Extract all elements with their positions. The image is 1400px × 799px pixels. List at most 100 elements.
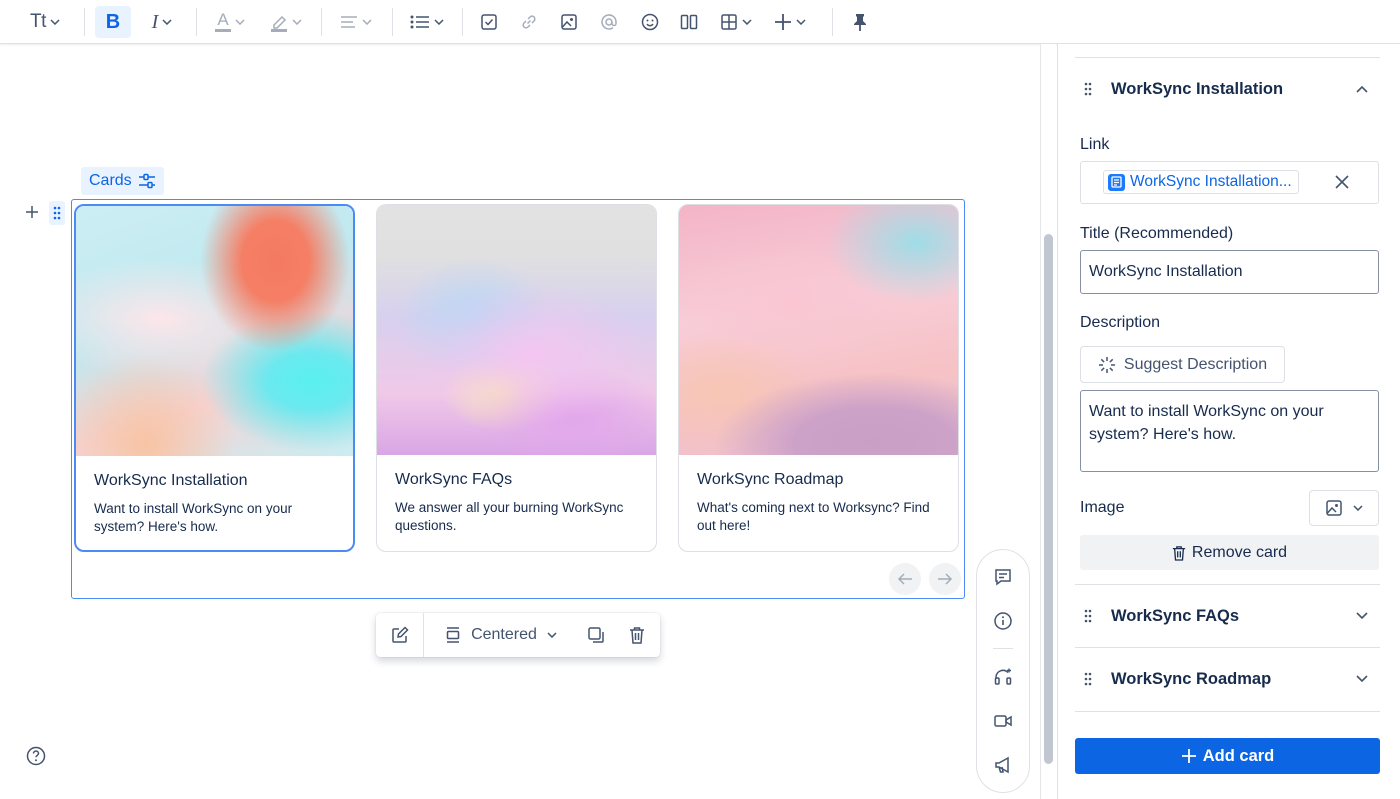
image-dropdown[interactable]	[1309, 490, 1379, 526]
highlighter-icon	[271, 15, 287, 32]
image-icon	[561, 14, 577, 30]
editor-scrollbar-thumb[interactable]	[1044, 234, 1053, 764]
info-icon	[994, 612, 1012, 630]
comments-button[interactable]	[992, 566, 1014, 588]
announcement-button[interactable]	[992, 754, 1014, 776]
toolbar-divider	[196, 8, 197, 36]
settings-sliders-icon	[138, 173, 155, 189]
loading-sparkle-icon	[1098, 356, 1115, 373]
highlight-dropdown[interactable]	[264, 6, 308, 38]
panel-divider	[1075, 647, 1380, 648]
drag-handle-icon[interactable]	[1084, 672, 1096, 686]
italic-dropdown[interactable]: I	[140, 6, 184, 38]
chevron-down-icon	[547, 632, 557, 638]
pin-toolbar-button[interactable]	[848, 6, 872, 38]
cards-carousel: WorkSync Installation Want to install Wo…	[71, 199, 965, 599]
chevron-down-icon	[50, 19, 60, 25]
layouts-button[interactable]	[677, 6, 701, 38]
chevron-down-icon	[1354, 671, 1370, 687]
card-description: Want to install WorkSync on your system?…	[94, 501, 293, 534]
card-cover-image	[76, 206, 353, 456]
link-button[interactable]	[517, 6, 541, 38]
toolbar-divider	[832, 8, 833, 36]
text-color-dropdown[interactable]: A	[208, 6, 252, 38]
help-button[interactable]	[26, 746, 46, 766]
layout-dropdown[interactable]: Centered	[436, 619, 566, 651]
card-item[interactable]: WorkSync Installation Want to install Wo…	[74, 204, 355, 552]
card-item[interactable]: WorkSync Roadmap What's coming next to W…	[678, 204, 959, 552]
link-label: Link	[1080, 136, 1110, 153]
text-style-label: Tt	[30, 11, 46, 32]
drag-handle-icon[interactable]	[1084, 82, 1096, 96]
emoji-button[interactable]	[638, 6, 662, 38]
title-input[interactable]: WorkSync Installation	[1080, 250, 1379, 294]
carousel-next-button[interactable]	[929, 563, 961, 595]
columns-icon	[680, 14, 698, 30]
insert-block-button[interactable]	[23, 203, 41, 221]
info-button[interactable]	[992, 610, 1014, 632]
ai-assist-button[interactable]	[992, 666, 1014, 688]
suggest-description-button[interactable]: Suggest Description	[1080, 346, 1285, 383]
headset-sparkle-icon	[994, 668, 1012, 685]
card-accordion-header[interactable]: WorkSync Roadmap	[1075, 659, 1380, 699]
alignment-dropdown[interactable]	[334, 6, 378, 38]
drag-handle-icon	[53, 206, 61, 220]
toolbar-divider	[462, 8, 463, 36]
cards-block-label[interactable]: Cards	[81, 167, 164, 195]
page-icon	[1108, 173, 1125, 191]
arrow-left-icon	[897, 573, 912, 585]
image-button[interactable]	[557, 6, 581, 38]
image-icon	[1326, 500, 1342, 516]
card-item[interactable]: WorkSync FAQs We answer all your burning…	[376, 204, 657, 552]
toolbar-divider	[423, 613, 424, 657]
card-title: WorkSync FAQs	[395, 471, 513, 488]
trash-icon	[630, 627, 644, 644]
text-color-icon: A	[215, 11, 231, 32]
card-cover-image	[377, 205, 656, 455]
trash-icon	[1172, 545, 1186, 561]
align-center-icon	[446, 627, 460, 643]
megaphone-icon	[995, 756, 1009, 774]
accordion-title: WorkSync Roadmap	[1111, 669, 1272, 688]
description-textarea[interactable]: Want to install WorkSync on your system?…	[1080, 390, 1379, 472]
bold-button[interactable]: B	[95, 6, 131, 38]
video-button[interactable]	[992, 710, 1014, 732]
pin-icon	[854, 14, 866, 31]
panel-divider	[1075, 57, 1380, 58]
chevron-down-icon	[162, 19, 172, 25]
title-label: Title (Recommended)	[1080, 225, 1234, 242]
insert-dropdown[interactable]	[770, 6, 810, 38]
panel-divider	[1075, 711, 1380, 712]
delete-button[interactable]	[621, 619, 653, 651]
text-style-dropdown[interactable]: Tt	[22, 6, 68, 38]
card-title: WorkSync Roadmap	[697, 471, 844, 488]
question-circle-icon	[26, 746, 46, 766]
chevron-down-icon	[796, 19, 806, 25]
drag-handle-icon[interactable]	[1084, 609, 1096, 623]
chevron-down-icon	[742, 19, 752, 25]
block-drag-handle[interactable]	[49, 201, 65, 225]
edit-icon	[392, 626, 409, 643]
chevron-up-icon	[1354, 81, 1370, 97]
card-accordion-header-expanded[interactable]: WorkSync Installation	[1075, 69, 1380, 109]
action-item-button[interactable]	[477, 6, 501, 38]
link-field[interactable]: WorkSync Installation...	[1080, 161, 1379, 204]
list-dropdown[interactable]	[404, 6, 450, 38]
at-mention-icon	[601, 14, 617, 30]
chevron-down-icon	[434, 19, 444, 25]
mention-button[interactable]	[597, 6, 621, 38]
link-chip[interactable]: WorkSync Installation...	[1103, 170, 1299, 194]
add-card-button[interactable]: Add card	[1075, 738, 1380, 774]
close-icon[interactable]	[1334, 174, 1350, 190]
copy-button[interactable]	[580, 619, 612, 651]
image-label: Image	[1080, 499, 1125, 516]
editor-toolbar: Tt B I A	[0, 0, 1400, 44]
accordion-title: WorkSync FAQs	[1111, 606, 1240, 625]
remove-card-button[interactable]: Remove card	[1080, 535, 1379, 570]
edit-button[interactable]	[384, 619, 416, 651]
carousel-prev-button[interactable]	[889, 563, 921, 595]
card-accordion-header[interactable]: WorkSync FAQs	[1075, 596, 1380, 636]
table-dropdown[interactable]	[714, 6, 758, 38]
copy-icon	[588, 627, 604, 643]
card-description: We answer all your burning WorkSync ques…	[395, 500, 624, 533]
